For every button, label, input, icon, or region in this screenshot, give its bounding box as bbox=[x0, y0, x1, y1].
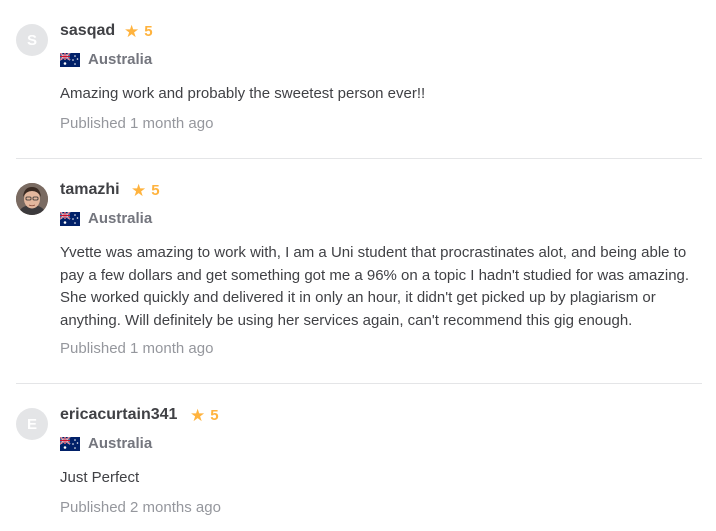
reviewer-country: Australia bbox=[60, 51, 152, 68]
divider bbox=[16, 383, 702, 384]
divider bbox=[16, 158, 702, 159]
review-text: Yvette was amazing to work with, I am a … bbox=[60, 244, 690, 329]
rating-value: 5 bbox=[144, 23, 153, 40]
australia-flag-icon bbox=[60, 52, 80, 67]
avatar[interactable]: E bbox=[16, 408, 48, 440]
review-text: Just Perfect bbox=[60, 469, 140, 486]
rating: ★ 5 bbox=[190, 407, 219, 424]
reviewer-country: Australia bbox=[60, 435, 152, 452]
country-name: Australia bbox=[88, 51, 153, 68]
star-icon: ★ bbox=[190, 406, 206, 425]
avatar[interactable]: S bbox=[16, 24, 48, 56]
country-name: Australia bbox=[88, 210, 153, 227]
user-photo-icon bbox=[16, 183, 48, 215]
country-name: Australia bbox=[88, 435, 153, 452]
star-icon: ★ bbox=[131, 181, 147, 200]
australia-flag-icon bbox=[60, 211, 80, 226]
reviewer-username[interactable]: ericacurtain341 bbox=[60, 406, 177, 424]
rating: ★ 5 bbox=[131, 182, 160, 199]
star-icon: ★ bbox=[124, 22, 140, 41]
published-date: Published 2 months ago bbox=[60, 499, 221, 516]
rating: ★ 5 bbox=[124, 23, 153, 40]
australia-flag-icon bbox=[60, 436, 80, 451]
published-date: Published 1 month ago bbox=[60, 340, 214, 357]
rating-value: 5 bbox=[210, 407, 219, 424]
reviewer-country: Australia bbox=[60, 210, 152, 227]
avatar[interactable] bbox=[16, 183, 48, 215]
rating-value: 5 bbox=[151, 182, 160, 199]
published-date: Published 1 month ago bbox=[60, 115, 214, 132]
review-text: Amazing work and probably the sweetest p… bbox=[60, 85, 426, 102]
reviewer-username[interactable]: tamazhi bbox=[60, 181, 120, 199]
reviewer-username[interactable]: sasqad bbox=[60, 22, 115, 40]
